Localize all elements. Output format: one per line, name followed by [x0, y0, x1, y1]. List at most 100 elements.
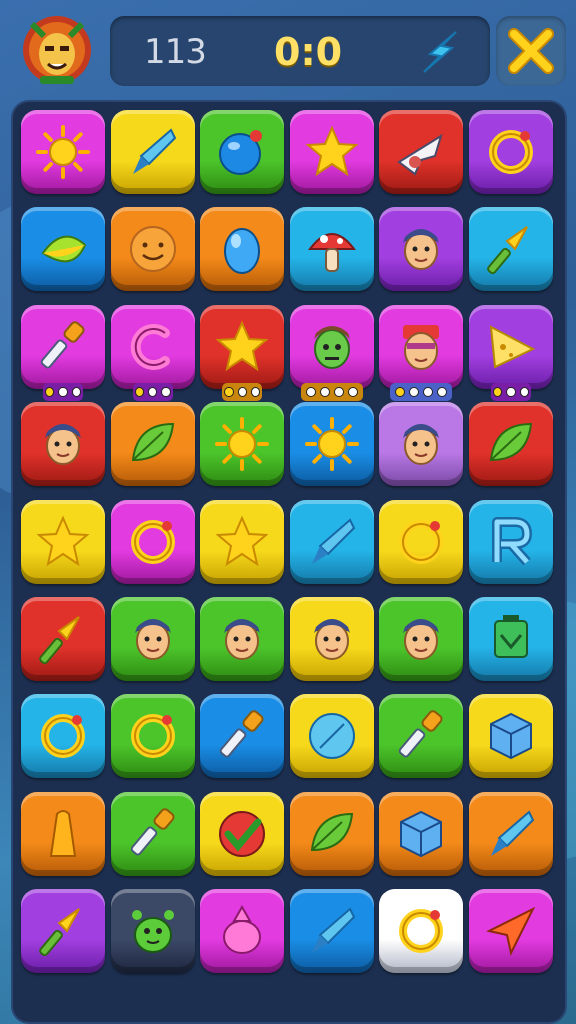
tile-r5-c1[interactable] — [21, 499, 105, 584]
tile-r1-c6[interactable] — [469, 110, 553, 194]
tile-r8-c3[interactable] — [200, 791, 285, 876]
tile-r1-c3[interactable] — [200, 110, 285, 194]
progress-badge-c3 — [222, 382, 263, 401]
face-icon — [224, 619, 261, 660]
tile-r5-c3[interactable] — [200, 499, 285, 584]
sun-icon — [215, 417, 270, 472]
cube-icon — [490, 713, 532, 760]
tile-r9-c1[interactable] — [21, 889, 105, 974]
tile-r2-c5[interactable] — [379, 207, 464, 292]
tile-r6-c3[interactable] — [200, 597, 285, 681]
tile-r9-c5[interactable] — [379, 889, 464, 974]
tile-r6-c4[interactable] — [289, 597, 374, 681]
tile-r7-c5[interactable] — [379, 694, 464, 779]
robot-face-icon — [403, 324, 440, 370]
ring-icon — [399, 909, 444, 954]
tile-r3-c6[interactable] — [469, 304, 553, 389]
tile-r5-c2[interactable] — [110, 499, 195, 584]
tile-r3-c5[interactable] — [379, 304, 464, 389]
tile-r7-c2[interactable] — [110, 694, 195, 779]
tile-r8-c5[interactable] — [379, 791, 464, 876]
score-bar: 113 0:0 — [110, 16, 490, 86]
tile-r4-c6[interactable] — [469, 402, 553, 487]
tile-r5-c4[interactable] — [289, 499, 374, 584]
cube-icon — [400, 810, 443, 857]
game-board — [13, 102, 565, 1022]
tile-r4-c2[interactable] — [110, 402, 195, 487]
tile-r1-c2[interactable] — [110, 110, 195, 194]
tile-r7-c3[interactable] — [200, 694, 285, 779]
star-icon — [215, 515, 269, 566]
potion-icon — [223, 905, 262, 955]
tile-r4-c1[interactable] — [21, 402, 105, 487]
tile-r6-c2[interactable] — [110, 597, 195, 681]
tile-r6-c6[interactable] — [469, 597, 553, 681]
check-icon — [219, 810, 266, 857]
dropper-icon — [399, 710, 443, 758]
tile-r7-c6[interactable] — [469, 694, 553, 779]
gem-icon — [311, 907, 356, 954]
leaf-drop-icon — [41, 236, 87, 263]
dropper-icon — [40, 321, 85, 369]
ring-icon — [489, 130, 533, 174]
tile-r4-c4[interactable] — [289, 402, 374, 487]
tile-r5-c6[interactable] — [469, 499, 553, 584]
tile-r8-c1[interactable] — [21, 791, 105, 876]
close-button[interactable] — [496, 16, 566, 86]
tile-r6-c1[interactable] — [21, 597, 105, 681]
tile-r3-c4[interactable] — [289, 304, 374, 389]
tile-r9-c4[interactable] — [289, 889, 374, 974]
face-icon — [403, 619, 440, 660]
tile-r1-c1[interactable] — [21, 110, 105, 194]
face-icon — [403, 229, 440, 271]
tile-r9-c3[interactable] — [200, 889, 285, 974]
torch-icon — [39, 616, 80, 665]
ball-icon — [219, 130, 263, 175]
compass-icon — [308, 713, 355, 760]
tile-r4-c3[interactable] — [200, 402, 285, 487]
tile-r1-c5[interactable] — [379, 110, 464, 194]
face-icon — [134, 619, 171, 660]
leaf-icon — [310, 812, 353, 851]
letter-c-icon — [130, 323, 170, 370]
ring-icon — [130, 519, 175, 564]
tile-r8-c6[interactable] — [469, 791, 553, 876]
gem-icon — [311, 517, 356, 564]
moves-counter: 113 — [144, 32, 207, 72]
ring-icon — [130, 714, 175, 759]
tile-r3-c1[interactable] — [21, 304, 105, 389]
tile-r5-c5[interactable] — [379, 499, 464, 584]
progress-badge-c4 — [300, 382, 363, 401]
tile-r7-c1[interactable] — [21, 694, 105, 779]
tile-r3-c3[interactable] — [200, 304, 285, 389]
tile-r2-c2[interactable] — [110, 207, 195, 292]
tile-r2-c6[interactable] — [469, 207, 553, 292]
score-display: 0:0 — [274, 30, 343, 74]
player-avatar[interactable] — [18, 10, 96, 88]
cheese-icon — [489, 325, 536, 369]
tile-r1-c4[interactable] — [289, 110, 374, 194]
tile-r9-c6[interactable] — [469, 889, 553, 974]
progress-badge-c2 — [132, 382, 173, 401]
progress-badge-c6 — [491, 382, 531, 401]
tile-r9-c2[interactable] — [110, 889, 195, 974]
face-icon — [403, 424, 440, 466]
egg-icon — [224, 228, 261, 275]
star-icon — [36, 515, 90, 566]
tile-r4-c5[interactable] — [379, 402, 464, 487]
tile-r7-c4[interactable] — [289, 694, 374, 779]
tile-r2-c4[interactable] — [289, 207, 374, 292]
tile-r8-c2[interactable] — [110, 791, 195, 876]
letter-r-icon — [492, 516, 532, 565]
gem-icon — [491, 810, 535, 856]
lightning-icon[interactable] — [416, 28, 464, 76]
box-icon — [494, 615, 528, 658]
tile-r3-c2[interactable] — [110, 304, 195, 389]
tile-r2-c3[interactable] — [200, 207, 285, 292]
tile-r6-c5[interactable] — [379, 597, 464, 681]
tile-r8-c4[interactable] — [289, 791, 374, 876]
ring-icon — [41, 714, 85, 759]
face-icon — [313, 619, 350, 660]
tile-r2-c1[interactable] — [21, 207, 105, 292]
leaf-icon — [131, 423, 174, 462]
